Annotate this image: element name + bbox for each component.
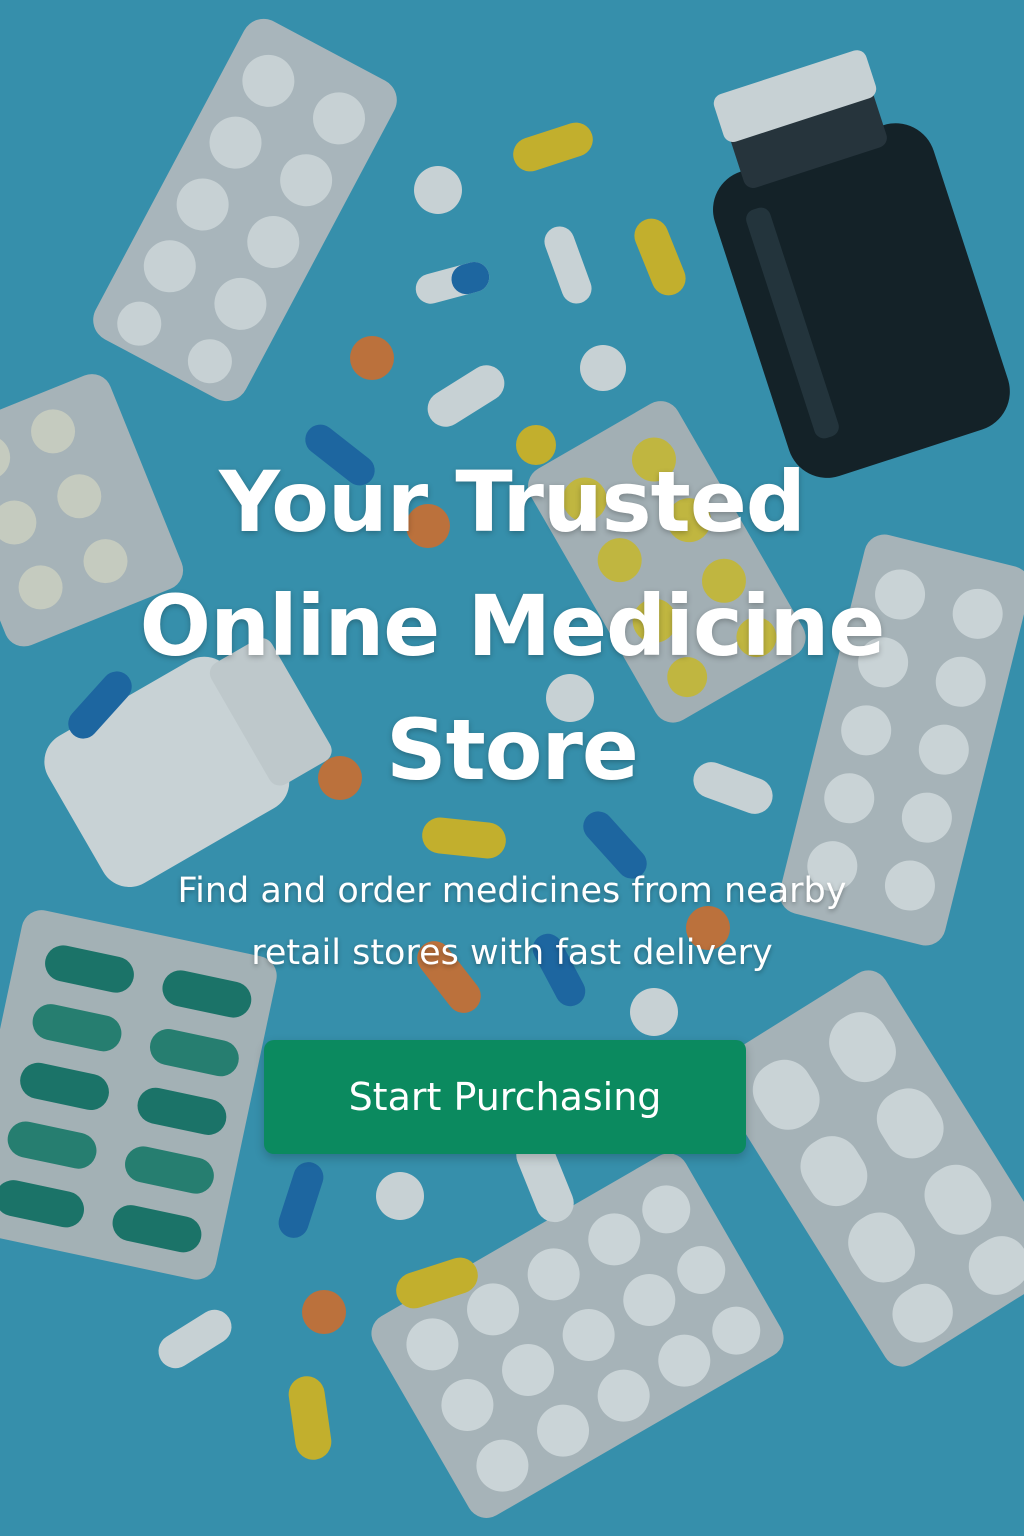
page-title-line: Online Medicine [139,577,886,675]
hero-subtitle-line: Find and order medicines from nearby [177,871,847,911]
page-title: Your Trusted Online Medicine Store [62,440,962,812]
page-title-line: Store [386,701,639,799]
landing-page: Your Trusted Online Medicine Store Find … [0,0,1024,1536]
start-purchasing-button[interactable]: Start Purchasing [264,1040,746,1154]
hero-subtitle-line: retail stores with fast delivery [251,933,773,973]
page-title-line: Your Trusted [219,453,806,551]
hero-section: Your Trusted Online Medicine Store Find … [0,440,1024,984]
hero-subtitle: Find and order medicines from nearby ret… [132,860,892,984]
